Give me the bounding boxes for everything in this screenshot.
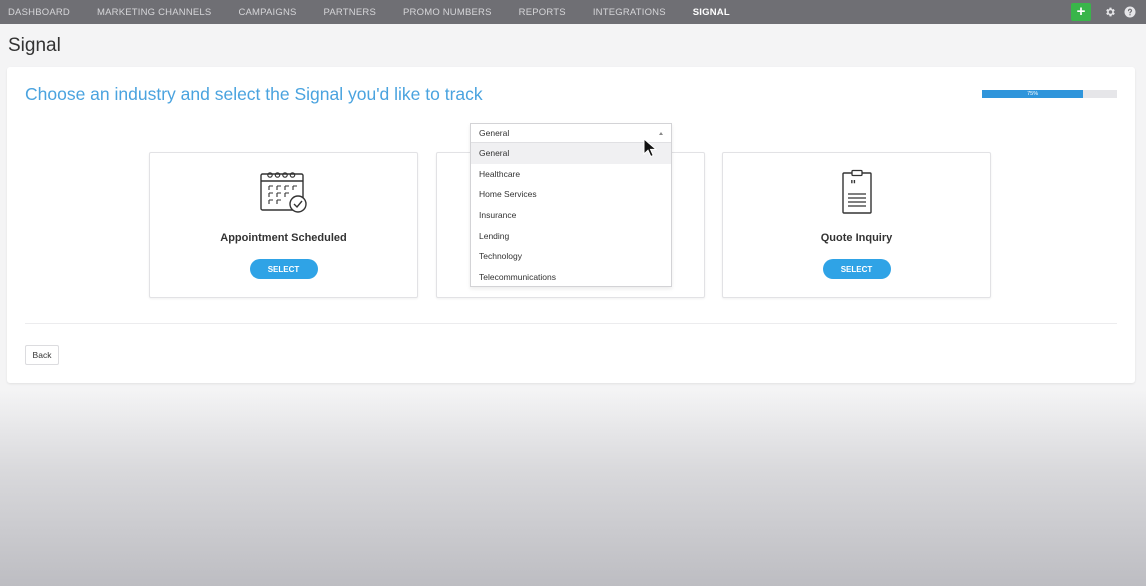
nav-partners[interactable]: PARTNERS xyxy=(324,7,376,18)
nav-campaigns[interactable]: CAMPAIGNS xyxy=(238,7,296,18)
svg-text:": " xyxy=(850,178,856,192)
industry-option-home-services[interactable]: Home Services xyxy=(471,184,671,205)
progress-fill: 75% xyxy=(982,90,1084,98)
signal-card-appointment: Appointment Scheduled SELECT xyxy=(149,152,418,298)
card-title: Quote Inquiry xyxy=(820,232,893,244)
industry-option-insurance[interactable]: Insurance xyxy=(471,205,671,226)
select-appointment-button[interactable]: SELECT xyxy=(249,259,318,279)
industry-dropdown[interactable]: General General Healthcare Home Services… xyxy=(470,123,672,287)
nav-signal[interactable]: SIGNAL xyxy=(693,7,730,18)
divider xyxy=(25,323,1117,324)
nav-dashboard[interactable]: DASHBOARD xyxy=(8,7,70,18)
caret-up-icon xyxy=(659,132,663,135)
nav-actions: + xyxy=(1071,3,1140,21)
nav-promo-numbers[interactable]: PROMO NUMBERS xyxy=(403,7,492,18)
nav-integrations[interactable]: INTEGRATIONS xyxy=(593,7,666,18)
plus-icon: + xyxy=(1076,3,1086,20)
nav-reports[interactable]: REPORTS xyxy=(519,7,566,18)
mouse-cursor-icon xyxy=(643,137,658,163)
industry-selected-value: General xyxy=(479,128,510,138)
select-quote-button[interactable]: SELECT xyxy=(822,259,891,279)
industry-option-healthcare[interactable]: Healthcare xyxy=(471,164,671,185)
page-title: Signal xyxy=(8,35,61,56)
industry-option-technology[interactable]: Technology xyxy=(471,246,671,267)
add-button[interactable]: + xyxy=(1071,3,1091,21)
industry-option-general[interactable]: General xyxy=(471,143,671,164)
panel-heading: Choose an industry and select the Signal… xyxy=(25,84,483,104)
clipboard-quote-icon: " xyxy=(723,169,990,215)
card-title: Appointment Scheduled xyxy=(220,232,347,244)
calendar-check-icon xyxy=(150,169,417,215)
back-button[interactable]: Back xyxy=(25,345,59,365)
signal-card-quote: " Quote Inquiry SELECT xyxy=(722,152,991,298)
help-icon[interactable] xyxy=(1124,6,1136,18)
nav-marketing-channels[interactable]: MARKETING CHANNELS xyxy=(97,7,211,18)
industry-option-telecommunications[interactable]: Telecommunications xyxy=(471,267,671,288)
industry-select[interactable]: General xyxy=(471,124,671,143)
gear-icon[interactable] xyxy=(1104,6,1116,18)
industry-option-lending[interactable]: Lending xyxy=(471,226,671,247)
progress-bar: 75% xyxy=(982,90,1117,98)
top-nav: DASHBOARD MARKETING CHANNELS CAMPAIGNS P… xyxy=(0,0,1146,24)
